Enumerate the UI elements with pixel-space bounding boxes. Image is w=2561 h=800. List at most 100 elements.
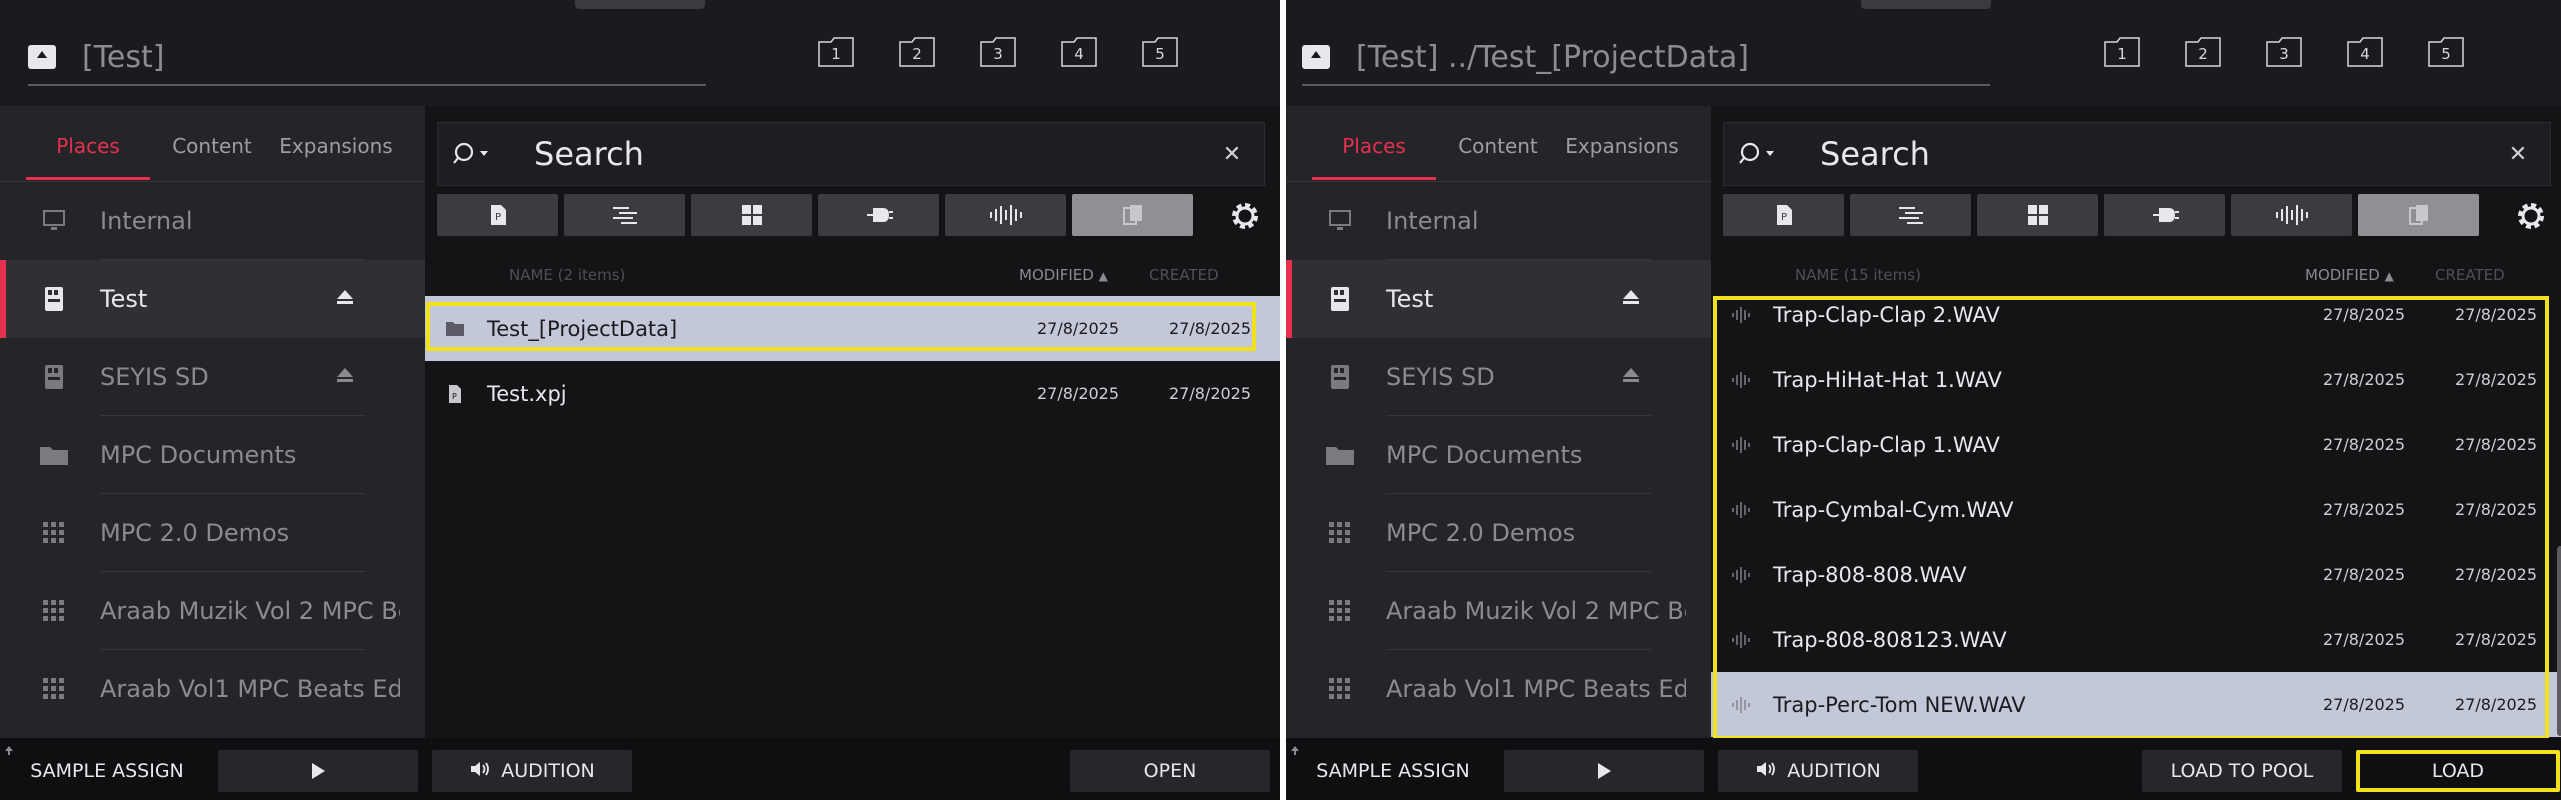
eject-icon[interactable] xyxy=(1622,288,1640,306)
audition-button[interactable]: AUDITION xyxy=(432,750,632,792)
column-modified-header[interactable]: MODIFIED ▲ xyxy=(1019,266,1108,284)
drag-handle[interactable] xyxy=(575,0,705,9)
search-icon[interactable] xyxy=(452,139,496,169)
filter-sequence-button[interactable] xyxy=(564,194,685,236)
favorite-folder-4[interactable]: 4 xyxy=(1060,36,1098,68)
favorite-folder-3[interactable]: 3 xyxy=(2265,36,2303,68)
file-row[interactable]: Trap-808-808123.WAV 27/8/2025 27/8/2025 xyxy=(1711,607,2561,672)
sample-assign-button[interactable]: SAMPLE ASSIGN xyxy=(14,750,200,792)
favorite-folder-2[interactable]: 2 xyxy=(2184,36,2222,68)
place-item-test[interactable]: Test xyxy=(1286,260,1711,338)
sample-assign-button[interactable]: SAMPLE ASSIGN xyxy=(1300,750,1486,792)
favorite-folder-4[interactable]: 4 xyxy=(2346,36,2384,68)
favorite-folder-1[interactable]: 1 xyxy=(817,36,855,68)
speaker-icon xyxy=(469,760,491,783)
sort-ascending-icon: ▲ xyxy=(1098,269,1108,283)
tab-expansions[interactable]: Expansions xyxy=(1560,106,1684,180)
audition-button[interactable]: AUDITION xyxy=(1718,750,1918,792)
search-field[interactable]: Search ✕ xyxy=(1723,122,2551,186)
folder-up-icon[interactable] xyxy=(28,45,56,69)
play-button[interactable] xyxy=(218,750,418,792)
file-row[interactable]: Trap-HiHat-Hat 1.WAV 27/8/2025 27/8/2025 xyxy=(1711,347,2561,412)
favorite-folder-5[interactable]: 5 xyxy=(2427,36,2465,68)
filter-project-button[interactable]: P xyxy=(437,194,558,236)
column-headers: NAME (2 items) MODIFIED ▲ CREATED xyxy=(425,256,1280,288)
favorite-folder-1[interactable]: 1 xyxy=(2103,36,2141,68)
file-row-test-projectdata[interactable]: Test_[ProjectData] 27/8/2025 27/8/2025 xyxy=(425,296,1280,361)
filter-sample-button[interactable] xyxy=(2231,194,2352,236)
filter-sequence-button[interactable] xyxy=(1850,194,1971,236)
browser-screen-left: [Test] 1 2 3 4 5 Places Content Expansio… xyxy=(0,0,1280,800)
filter-project-button[interactable]: P xyxy=(1723,194,1844,236)
file-row-test-xpj[interactable]: P Test.xpj 27/8/2025 27/8/2025 xyxy=(425,361,1280,426)
place-item-internal[interactable]: Internal xyxy=(0,182,425,260)
waveform-icon xyxy=(1731,630,1751,650)
filter-all-files-button[interactable] xyxy=(2358,194,2479,236)
filter-bar: P xyxy=(437,194,1199,236)
waveform-icon xyxy=(1731,565,1751,585)
waveform-icon xyxy=(1731,435,1751,455)
place-item-mpc-demos[interactable]: MPC 2.0 Demos xyxy=(0,494,425,572)
load-to-pool-button[interactable]: LOAD TO POOL xyxy=(2142,750,2342,792)
place-item-seyis-sd[interactable]: SEYIS SD xyxy=(1286,338,1711,416)
bottom-bar: SAMPLE ASSIGN AUDITION OPEN xyxy=(0,738,1280,800)
waveform-icon xyxy=(1731,695,1751,715)
settings-gear-icon[interactable] xyxy=(1227,198,1263,234)
filter-program-button[interactable] xyxy=(691,194,812,236)
filter-program-button[interactable] xyxy=(1977,194,2098,236)
place-item-araab-vol1[interactable]: Araab Vol1 MPC Beats Edit xyxy=(0,650,425,728)
column-created-header[interactable]: CREATED xyxy=(1149,266,1219,284)
place-item-araab-vol1[interactable]: Araab Vol1 MPC Beats Edit xyxy=(1286,650,1711,728)
open-button[interactable]: OPEN xyxy=(1070,750,1270,792)
settings-gear-icon[interactable] xyxy=(2513,198,2549,234)
eject-icon[interactable] xyxy=(1622,366,1640,384)
places-sidebar: Places Content Expansions Internal Test … xyxy=(1286,106,1711,738)
eject-icon[interactable] xyxy=(336,288,354,306)
clear-search-icon[interactable]: ✕ xyxy=(1212,142,1252,167)
favorite-folder-5[interactable]: 5 xyxy=(1141,36,1179,68)
file-row[interactable]: Trap-Clap-Clap 1.WAV 27/8/2025 27/8/2025 xyxy=(1711,412,2561,477)
tab-content[interactable]: Content xyxy=(150,106,274,180)
place-item-seyis-sd[interactable]: SEYIS SD xyxy=(0,338,425,416)
place-item-araab-vol2[interactable]: Araab Muzik Vol 2 MPC Bea xyxy=(0,572,425,650)
load-button[interactable]: LOAD xyxy=(2356,750,2560,792)
folder-icon xyxy=(1324,441,1356,469)
place-item-mpc-documents[interactable]: MPC Documents xyxy=(1286,416,1711,494)
bottom-bar: SAMPLE ASSIGN AUDITION LOAD TO POOL LOAD xyxy=(1286,738,2561,800)
search-input[interactable]: Search xyxy=(534,135,1212,173)
top-bar: [Test] ../Test_[ProjectData] 1 2 3 4 5 xyxy=(1286,0,2561,106)
scrollbar-thumb[interactable] xyxy=(2557,546,2561,736)
eject-icon[interactable] xyxy=(336,366,354,384)
play-button[interactable] xyxy=(1504,750,1704,792)
search-field[interactable]: Search ✕ xyxy=(437,122,1265,186)
sd-card-icon xyxy=(1324,363,1356,391)
file-row[interactable]: Trap-808-808.WAV 27/8/2025 27/8/2025 xyxy=(1711,542,2561,607)
tab-places[interactable]: Places xyxy=(26,106,150,180)
tab-places[interactable]: Places xyxy=(1312,106,1436,180)
favorite-folder-2[interactable]: 2 xyxy=(898,36,936,68)
current-path: [Test] xyxy=(82,39,165,75)
file-row-selected[interactable]: Trap-Perc-Tom NEW.WAV 27/8/2025 27/8/202… xyxy=(1711,672,2561,737)
place-item-mpc-demos[interactable]: MPC 2.0 Demos xyxy=(1286,494,1711,572)
folder-up-icon[interactable] xyxy=(1302,45,1330,69)
tab-content[interactable]: Content xyxy=(1436,106,1560,180)
file-row[interactable]: Trap-Cymbal-Cym.WAV 27/8/2025 27/8/2025 xyxy=(1711,477,2561,542)
search-input[interactable]: Search xyxy=(1820,135,2498,173)
file-row[interactable]: Trap-Clap-Clap 2.WAV 27/8/2025 27/8/2025 xyxy=(1711,282,2561,347)
search-icon[interactable] xyxy=(1738,139,1782,169)
clear-search-icon[interactable]: ✕ xyxy=(2498,142,2538,167)
favorite-folder-3[interactable]: 3 xyxy=(979,36,1017,68)
filter-plugin-button[interactable] xyxy=(818,194,939,236)
up-arrow-icon xyxy=(4,740,14,755)
filter-all-files-button[interactable] xyxy=(1072,194,1193,236)
place-item-araab-vol2[interactable]: Araab Muzik Vol 2 MPC Bea xyxy=(1286,572,1711,650)
drag-handle[interactable] xyxy=(1861,0,1991,9)
place-item-mpc-documents[interactable]: MPC Documents xyxy=(0,416,425,494)
place-item-internal[interactable]: Internal xyxy=(1286,182,1711,260)
filter-sample-button[interactable] xyxy=(945,194,1066,236)
place-item-test[interactable]: Test xyxy=(0,260,425,338)
filter-plugin-button[interactable] xyxy=(2104,194,2225,236)
column-name-header[interactable]: NAME (2 items) xyxy=(509,266,625,284)
favorites-bar: 1 2 3 4 5 xyxy=(2103,36,2508,68)
tab-expansions[interactable]: Expansions xyxy=(274,106,398,180)
